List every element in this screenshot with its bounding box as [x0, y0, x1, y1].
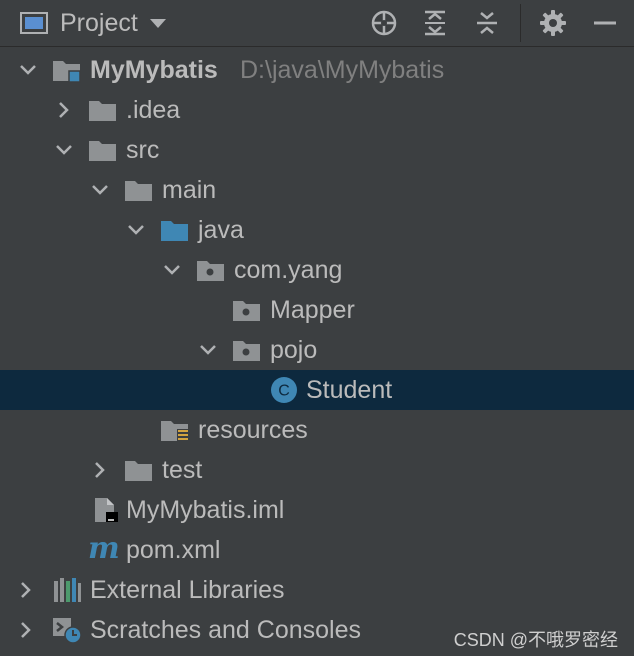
tree-node-external-libraries[interactable]: External Libraries	[0, 570, 634, 610]
project-window-icon	[20, 12, 48, 34]
minimize-icon[interactable]	[588, 6, 622, 40]
tree-node-pojo[interactable]: pojo	[0, 330, 634, 370]
tree-node-com-yang[interactable]: com.yang	[0, 250, 634, 290]
tree-node-iml[interactable]: MyMybatis.iml	[0, 490, 634, 530]
tree-node-label: .idea	[126, 96, 181, 124]
folder-icon	[89, 141, 116, 161]
tree-node-label: pojo	[270, 336, 318, 364]
tree-node-label: pom.xml	[126, 536, 221, 564]
tree-node-label: src	[126, 136, 160, 164]
gear-icon[interactable]	[536, 6, 570, 40]
tree-node-label: External Libraries	[90, 576, 285, 604]
chevron-down-icon[interactable]	[90, 180, 110, 200]
chevron-down-icon[interactable]	[162, 260, 182, 280]
package-icon	[233, 341, 260, 361]
source-folder-icon	[161, 221, 188, 241]
class-badge-letter: C	[278, 383, 290, 400]
tree-node-label: resources	[198, 416, 308, 444]
module-folder-icon	[53, 61, 81, 83]
tree-node-mapper[interactable]: Mapper	[0, 290, 634, 330]
locate-icon[interactable]	[367, 6, 401, 40]
tree-node-idea[interactable]: .idea	[0, 90, 634, 130]
chevron-down-icon	[149, 18, 166, 28]
tree-node-main[interactable]: main	[0, 170, 634, 210]
tree-node-resources[interactable]: resources	[0, 410, 634, 450]
maven-icon: m	[88, 531, 120, 566]
tree-node-label: MyMybatis	[90, 56, 218, 84]
tree-node-student[interactable]: C Student	[0, 370, 634, 410]
folder-icon	[125, 181, 152, 201]
scratches-icon	[53, 618, 82, 643]
chevron-down-icon[interactable]	[126, 220, 146, 240]
package-icon	[197, 261, 224, 281]
tree-node-label: Scratches and Consoles	[90, 616, 361, 644]
tree-node-label: MyMybatis.iml	[126, 496, 285, 524]
tree-node-label: Student	[306, 376, 393, 404]
tree-node-pom[interactable]: m pom.xml	[0, 530, 634, 570]
collapse-all-icon[interactable]	[470, 6, 504, 40]
tree-node-src[interactable]: src	[0, 130, 634, 170]
chevron-right-icon[interactable]	[16, 620, 36, 640]
tree-node-java[interactable]: java	[0, 210, 634, 250]
project-view-selector[interactable]: Project	[20, 8, 166, 38]
iml-file-icon	[95, 498, 118, 522]
java-class-icon: C	[271, 377, 297, 403]
tree-node-label: java	[198, 216, 244, 244]
tree-node-mymybatis[interactable]: MyMybatis D:\java\MyMybatis	[0, 50, 634, 90]
tree-node-label: test	[162, 456, 203, 484]
chevron-right-icon[interactable]	[90, 460, 110, 480]
chevron-down-icon[interactable]	[18, 60, 38, 80]
project-tool-window-header: Project	[0, 0, 634, 47]
folder-icon	[89, 101, 116, 121]
tree-node-test[interactable]: test	[0, 450, 634, 490]
watermark: CSDN @不哦罗密经	[453, 630, 618, 650]
chevron-down-icon[interactable]	[54, 140, 74, 160]
tree-node-label: main	[162, 176, 217, 204]
tree-node-label: Mapper	[270, 296, 355, 324]
chevron-right-icon[interactable]	[54, 100, 74, 120]
expand-all-icon[interactable]	[418, 6, 452, 40]
header-title: Project	[60, 8, 138, 37]
resources-folder-icon	[161, 421, 189, 442]
package-icon	[233, 301, 260, 321]
chevron-right-icon[interactable]	[16, 580, 36, 600]
library-icon	[54, 578, 81, 602]
project-path: D:\java\MyMybatis	[240, 56, 445, 84]
tree-node-label: com.yang	[234, 256, 343, 284]
chevron-down-icon[interactable]	[198, 340, 218, 360]
folder-icon	[125, 461, 152, 481]
toolbar-separator	[520, 4, 521, 42]
